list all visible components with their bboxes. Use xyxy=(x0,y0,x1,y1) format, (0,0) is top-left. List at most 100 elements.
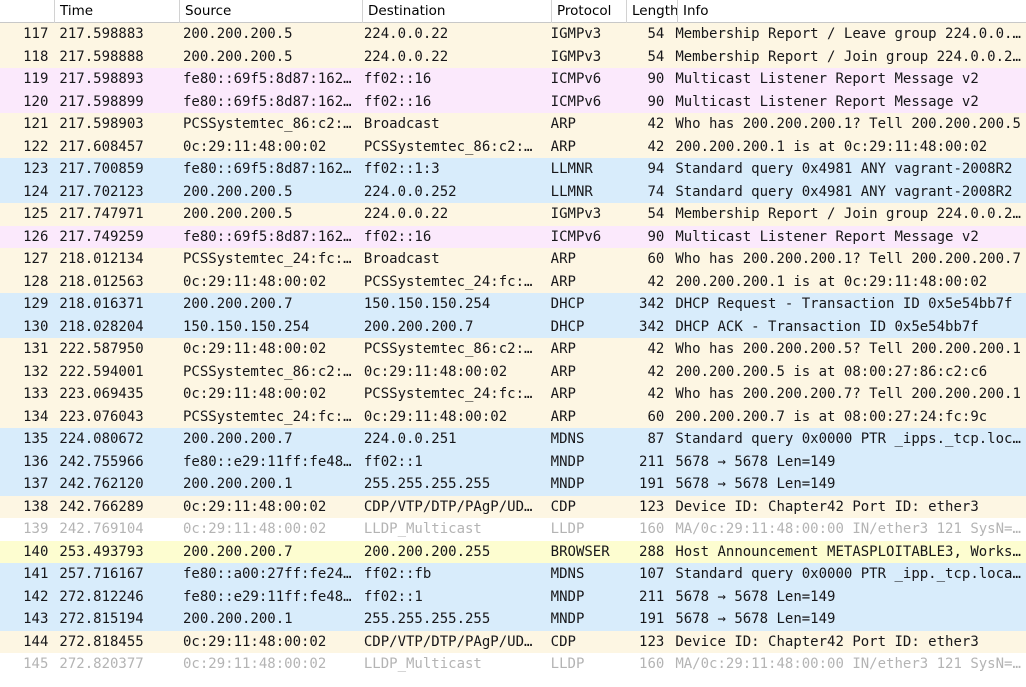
table-row[interactable]: 133 223.069435 0c:29:11:48:00:02 PCSSystemt… xyxy=(0,383,1026,406)
table-row[interactable]: 141 257.716167 fe80::a00:27ff:fe24… ff02::f… xyxy=(0,563,1026,586)
packet-destination: PCSSystemtec_86:c2:… xyxy=(363,341,533,357)
packet-info: 200.200.200.7 is at 08:00:27:24:fc:9c xyxy=(675,408,988,425)
packet-protocol: ICMPv6 xyxy=(550,228,602,245)
table-row[interactable]: 127 218.012134 PCSSystemtec_24:fc:… Broadca… xyxy=(0,248,1026,271)
column-header-time[interactable]: Time xyxy=(55,0,180,23)
packet-protocol: ARP xyxy=(550,386,576,402)
table-row[interactable]: 142 272.812246 fe80::e29:11ff:fe48… ff02::1… xyxy=(0,585,1026,608)
packet-time: 218.012134 xyxy=(59,251,144,267)
packet-no: 145 xyxy=(23,656,49,672)
table-row[interactable]: 140 253.493793 200.200.200.7 200.200.200.25… xyxy=(0,540,1026,563)
packet-source: fe80::e29:11ff:fe48… xyxy=(183,453,352,470)
packet-info: 200.200.200.1 is at 0c:29:11:48:00:02 xyxy=(675,273,988,290)
packet-info: 5678 → 5678 Len=149 xyxy=(675,476,836,492)
packet-protocol: MNDP xyxy=(550,453,585,470)
table-row[interactable]: 137 242.762120 200.200.200.1 255.255.255.25… xyxy=(0,473,1026,496)
packet-destination: CDP/VTP/DTP/PAgP/UD… xyxy=(363,633,533,650)
packet-time: 217.598899 xyxy=(59,93,144,110)
table-row[interactable]: 121 217.598903 PCSSystemtec_86:c2:… Broadca… xyxy=(0,113,1026,136)
table-row[interactable]: 138 242.766289 0c:29:11:48:00:02 CDP/VTP/DT… xyxy=(0,495,1026,518)
table-row[interactable]: 134 223.076043 PCSSystemtec_24:fc:… 0c:29:1… xyxy=(0,405,1026,428)
packet-info: Who has 200.200.200.7? Tell 200.200.200.… xyxy=(675,386,1021,402)
table-row[interactable]: 117 217.598883 200.200.200.5 224.0.0.22 IGMP… xyxy=(0,23,1026,46)
column-header-length[interactable]: Length xyxy=(627,0,678,23)
packet-protocol: IGMPv3 xyxy=(550,26,602,42)
table-row[interactable]: 139 242.769104 0c:29:11:48:00:02 LLDP_Multi… xyxy=(0,518,1026,541)
packet-length: 94 xyxy=(647,161,665,177)
packet-destination: ff02::16 xyxy=(363,93,432,110)
column-header-destination[interactable]: Destination xyxy=(363,0,552,23)
packet-destination: Broadcast xyxy=(363,251,440,267)
table-row[interactable]: 119 217.598893 fe80::69f5:8d87:162… ff02::1… xyxy=(0,68,1026,91)
table-row[interactable]: 128 218.012563 0c:29:11:48:00:02 PCSSystemt… xyxy=(0,270,1026,293)
packet-info: Device ID: Chapter42 Port ID: ether3 xyxy=(675,633,979,650)
packet-protocol: ARP xyxy=(550,116,576,132)
packet-no: 137 xyxy=(23,476,49,492)
table-row[interactable]: 130 218.028204 150.150.150.254 200.200.200.… xyxy=(0,315,1026,338)
table-row[interactable]: 143 272.815194 200.200.200.1 255.255.255.25… xyxy=(0,608,1026,631)
packet-no: 136 xyxy=(23,453,49,470)
packet-no: 130 xyxy=(23,318,49,335)
packet-source: PCSSystemtec_86:c2:… xyxy=(183,363,352,380)
packet-destination: 255.255.255.255 xyxy=(363,476,491,492)
table-row[interactable]: 136 242.755966 fe80::e29:11ff:fe48… ff02::1… xyxy=(0,450,1026,473)
packet-source: PCSSystemtec_86:c2:… xyxy=(183,116,352,132)
column-header-protocol[interactable]: Protocol xyxy=(552,0,627,23)
packet-info: 5678 → 5678 Len=149 xyxy=(675,588,836,605)
packet-time: 217.747971 xyxy=(59,206,144,222)
packet-length: 90 xyxy=(647,228,665,245)
packet-info: 200.200.200.5 is at 08:00:27:86:c2:c6 xyxy=(675,363,988,380)
packet-destination: ff02::16 xyxy=(363,228,432,245)
packet-time: 253.493793 xyxy=(59,543,144,560)
packet-time: 242.755966 xyxy=(59,453,144,470)
packet-destination: 150.150.150.254 xyxy=(363,296,491,312)
packet-destination: 224.0.0.251 xyxy=(363,431,457,447)
table-row[interactable]: 144 272.818455 0c:29:11:48:00:02 CDP/VTP/DT… xyxy=(0,630,1026,653)
column-header-no[interactable] xyxy=(0,0,55,23)
table-row[interactable]: 145 272.820377 0c:29:11:48:00:02 LLDP_Multi… xyxy=(0,653,1026,676)
packet-destination: Broadcast xyxy=(363,116,440,132)
packet-destination: 224.0.0.252 xyxy=(363,183,457,200)
table-row[interactable]: 125 217.747971 200.200.200.5 224.0.0.22 IGMP… xyxy=(0,203,1026,226)
packet-no: 129 xyxy=(23,296,49,312)
table-row[interactable]: 135 224.080672 200.200.200.7 224.0.0.251 MDN… xyxy=(0,428,1026,451)
packet-no: 140 xyxy=(23,543,49,560)
packet-length: 60 xyxy=(647,251,665,267)
column-header-info[interactable]: Info xyxy=(678,0,1026,23)
table-row[interactable]: 118 217.598888 200.200.200.5 224.0.0.22 IGMP… xyxy=(0,45,1026,68)
table-row[interactable]: 122 217.608457 0c:29:11:48:00:02 PCSSystemt… xyxy=(0,135,1026,158)
table-row[interactable]: 132 222.594001 PCSSystemtec_86:c2:… 0c:29:1… xyxy=(0,360,1026,383)
table-row[interactable]: 124 217.702123 200.200.200.5 224.0.0.252 LLM… xyxy=(0,180,1026,203)
packet-source: 0c:29:11:48:00:02 xyxy=(183,498,327,515)
packet-no: 127 xyxy=(23,251,49,267)
packet-destination: 224.0.0.22 xyxy=(363,206,449,222)
packet-protocol: BROWSER xyxy=(550,543,610,560)
table-row[interactable]: 123 217.700859 fe80::69f5:8d87:162… ff02::1… xyxy=(0,158,1026,181)
packet-destination: 224.0.0.22 xyxy=(363,26,449,42)
packet-protocol: MNDP xyxy=(550,476,585,492)
packet-info: Standard query 0x0000 PTR _ipps._tcp.loc… xyxy=(675,431,1026,447)
packet-destination: CDP/VTP/DTP/PAgP/UD… xyxy=(363,498,533,515)
packet-length: 211 xyxy=(639,453,665,470)
packet-destination: ff02::16 xyxy=(363,71,432,87)
packet-no: 139 xyxy=(23,521,49,537)
table-row[interactable]: 131 222.587950 0c:29:11:48:00:02 PCSSystemt… xyxy=(0,338,1026,361)
packet-info: Standard query 0x0000 PTR _ipp._tcp.loca… xyxy=(675,566,1026,582)
packet-time: 217.749259 xyxy=(59,228,144,245)
packet-length: 42 xyxy=(647,116,665,132)
table-row[interactable]: 120 217.598899 fe80::69f5:8d87:162… ff02::1… xyxy=(0,90,1026,113)
packet-length: 42 xyxy=(647,138,665,155)
packet-time: 272.815194 xyxy=(59,611,144,627)
column-header-source[interactable]: Source xyxy=(180,0,363,23)
packet-protocol: ARP xyxy=(550,408,576,425)
packet-protocol: DHCP xyxy=(550,296,585,312)
packet-list-pane[interactable]: Time Source Destination Protocol Length … xyxy=(0,0,1026,687)
packet-list-header: Time Source Destination Protocol Length … xyxy=(0,0,1026,23)
table-row[interactable]: 126 217.749259 fe80::69f5:8d87:162… ff02::1… xyxy=(0,225,1026,248)
packet-info: Multicast Listener Report Message v2 xyxy=(675,93,979,110)
packet-source: 0c:29:11:48:00:02 xyxy=(183,341,327,357)
packet-no: 119 xyxy=(23,71,49,87)
packet-protocol: LLMNR xyxy=(550,183,593,200)
table-row[interactable]: 129 218.016371 200.200.200.7 150.150.150.25… xyxy=(0,293,1026,316)
packet-info: Membership Report / Join group 224.0.0.2… xyxy=(675,206,1026,222)
